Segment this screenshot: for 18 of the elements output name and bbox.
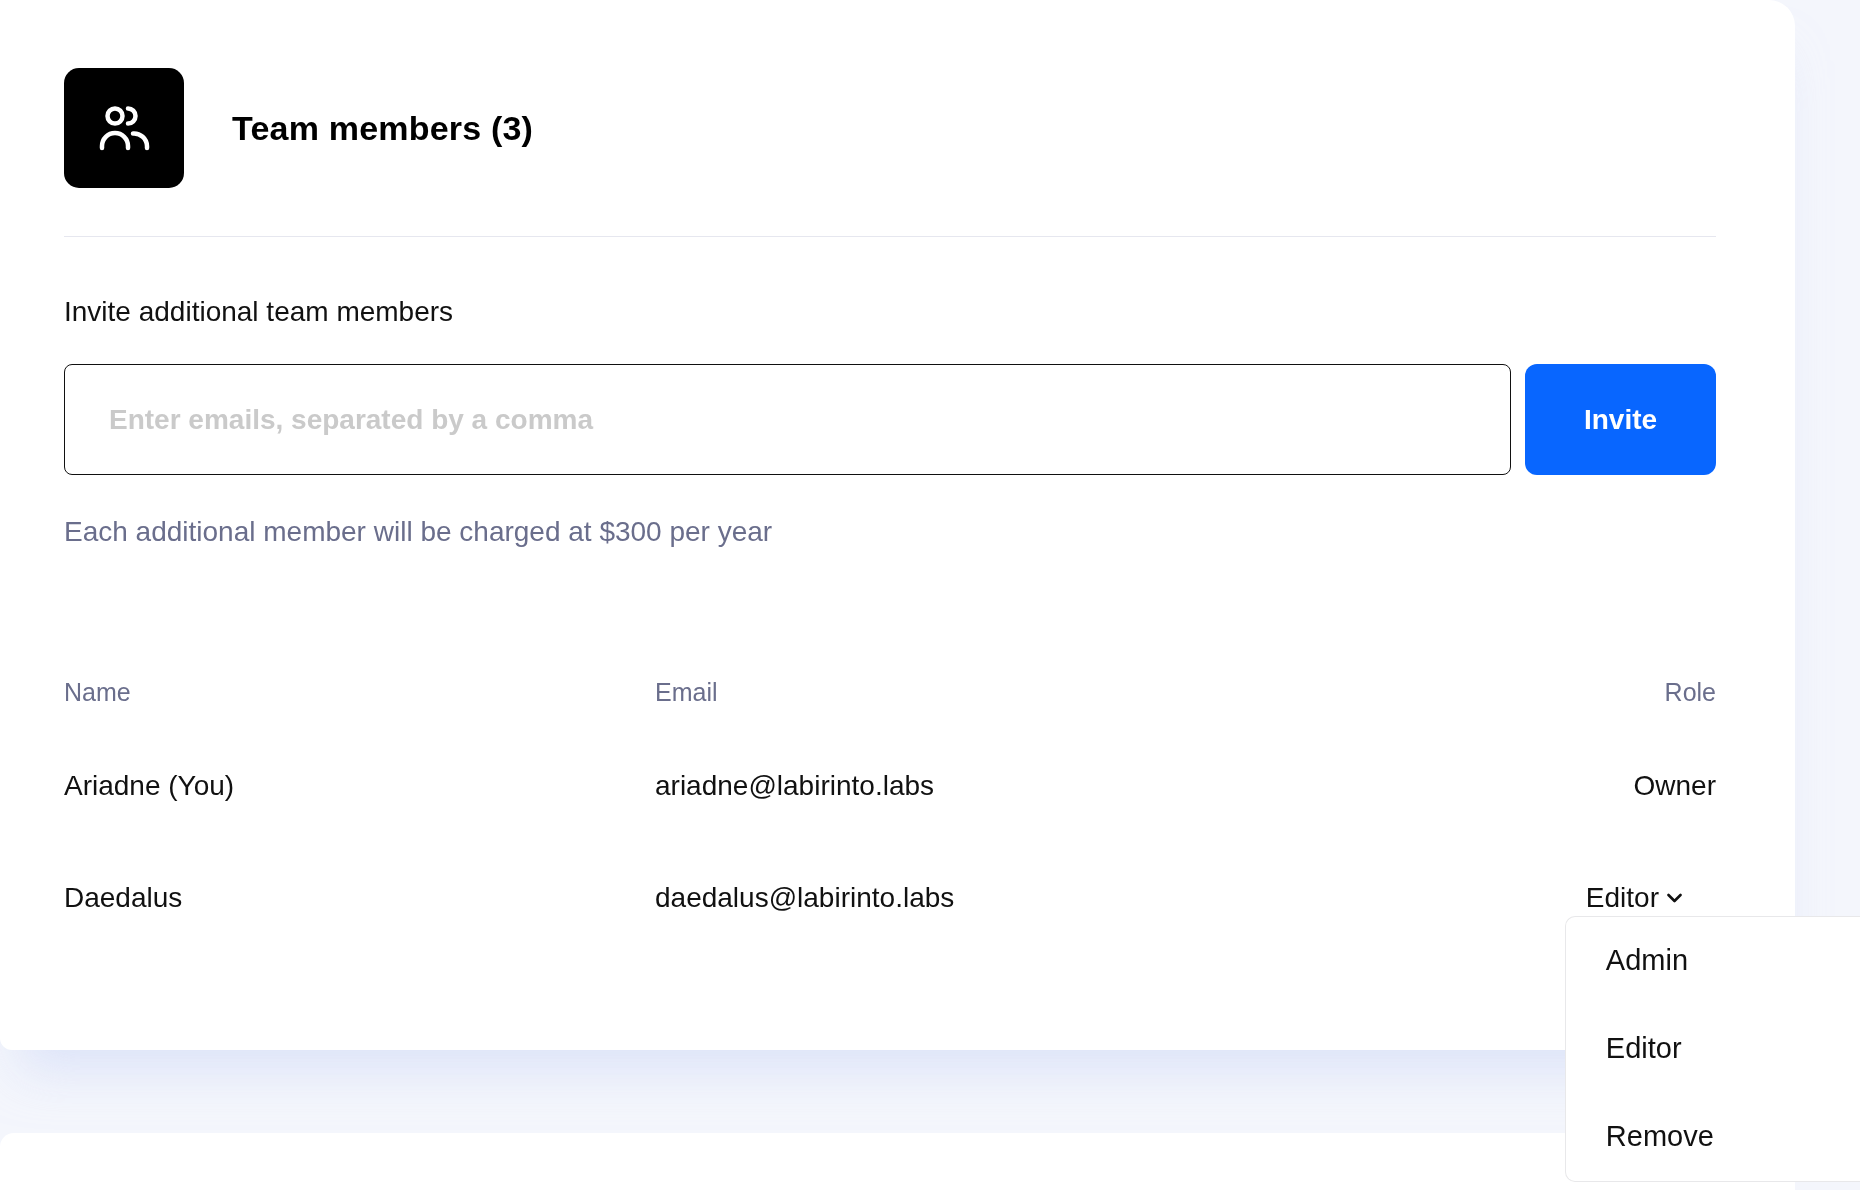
member-email: ariadne@labirinto.labs [655,769,936,803]
field-label: Invite additional team members [64,295,455,329]
column-header: Email [655,677,719,708]
menu-item[interactable]: Admin [1565,917,1860,1005]
column-header: Role [1664,677,1716,708]
member-email: daedalus@labirinto.labs [655,881,956,915]
chevron-down-icon [1667,893,1682,903]
menu-item[interactable]: Editor [1565,1005,1860,1093]
people-icon [64,68,184,188]
menu-item[interactable]: Remove [1565,1093,1860,1181]
member-name: Ariadne (You) [64,769,236,803]
page-title: Team members (3) [232,107,534,149]
member-name: Daedalus [64,881,184,915]
member-role: Owner [1633,769,1716,803]
invite-button[interactable]: Invite [1525,364,1716,475]
role-dropdown[interactable]: Editor [1585,880,1716,916]
pricing-note: Each additional member will be charged at $300 per year [64,515,774,549]
column-header: Name [64,677,132,708]
